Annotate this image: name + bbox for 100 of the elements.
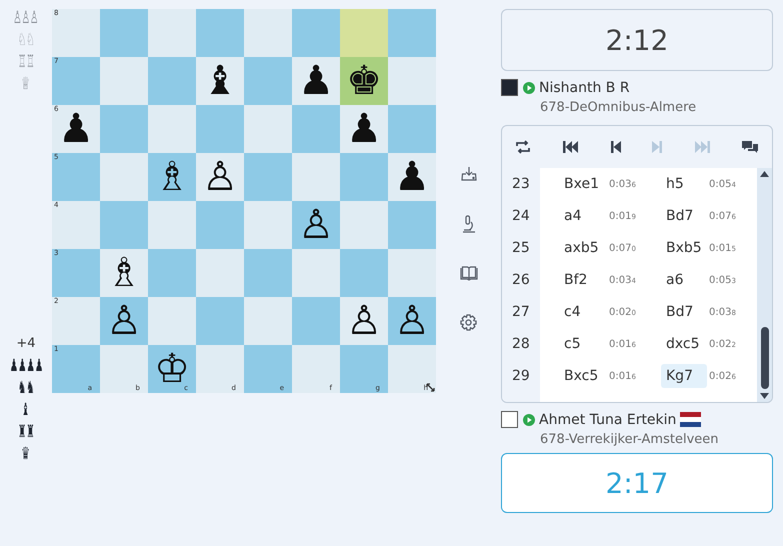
scrollbar[interactable]: [757, 168, 772, 402]
board-square[interactable]: [244, 9, 292, 57]
board-square[interactable]: ♟: [292, 57, 340, 105]
move-text[interactable]: Bf2: [559, 268, 607, 292]
move-text[interactable]: axb5: [559, 236, 607, 260]
flip-icon: [515, 140, 531, 154]
move-text[interactable]: h5: [661, 172, 707, 196]
board-square[interactable]: [148, 201, 196, 249]
board-square[interactable]: [100, 105, 148, 153]
board-square[interactable]: ♗: [100, 249, 148, 297]
board-square[interactable]: ♙: [100, 297, 148, 345]
board-square[interactable]: [292, 153, 340, 201]
chess-piece[interactable]: ♟: [58, 111, 94, 147]
clock: 2:17: [501, 453, 773, 513]
board-square[interactable]: [340, 9, 388, 57]
board-square[interactable]: [388, 57, 436, 105]
settings-icon[interactable]: [460, 314, 477, 331]
nav-button[interactable]: [515, 140, 531, 154]
board-square[interactable]: ♙: [196, 153, 244, 201]
board-square[interactable]: [196, 201, 244, 249]
move-text[interactable]: Bd7: [661, 204, 707, 228]
move-text[interactable]: a4: [559, 204, 607, 228]
board-square[interactable]: ♙: [340, 297, 388, 345]
board-square[interactable]: [100, 201, 148, 249]
board-square[interactable]: [196, 9, 244, 57]
move-text[interactable]: c5: [559, 332, 607, 356]
chess-piece[interactable]: ♟: [346, 111, 382, 147]
board-square[interactable]: [244, 153, 292, 201]
move-text[interactable]: Bxb5: [661, 236, 707, 260]
scroll-down-icon[interactable]: [760, 393, 769, 399]
board-square[interactable]: [100, 153, 148, 201]
board-square[interactable]: [196, 249, 244, 297]
move-text[interactable]: dxc5: [661, 332, 707, 356]
microscope-icon[interactable]: [460, 215, 476, 233]
chess-piece[interactable]: ♙: [202, 159, 238, 195]
club-name: 678-Verrekijker-Amstelveen: [539, 432, 720, 447]
board-square[interactable]: [148, 249, 196, 297]
chess-piece[interactable]: ♟: [298, 63, 334, 99]
board-square[interactable]: [196, 297, 244, 345]
captured-pieces: ♟♟♟♟: [9, 356, 43, 377]
board-square[interactable]: [388, 9, 436, 57]
move-text[interactable]: a6: [661, 268, 707, 292]
board-square[interactable]: [148, 105, 196, 153]
chat-icon: [742, 140, 758, 154]
board-square[interactable]: [148, 57, 196, 105]
move-text[interactable]: Bxe1: [559, 172, 607, 196]
nav-button[interactable]: [562, 141, 579, 153]
board-square[interactable]: ♙: [388, 297, 436, 345]
board-square[interactable]: [292, 9, 340, 57]
move-text[interactable]: c4: [559, 300, 607, 324]
resize-icon[interactable]: [426, 383, 435, 392]
chess-piece[interactable]: ♙: [394, 303, 430, 339]
board-square[interactable]: [388, 105, 436, 153]
chess-piece[interactable]: ♙: [346, 303, 382, 339]
board-square[interactable]: [100, 9, 148, 57]
scroll-thumb[interactable]: [760, 327, 768, 389]
board-square[interactable]: ♙: [292, 201, 340, 249]
chess-piece[interactable]: ♗: [154, 159, 190, 195]
board-square[interactable]: [292, 105, 340, 153]
move-number: 25: [511, 240, 531, 256]
captured-pieces: ♛: [22, 444, 30, 465]
download-icon[interactable]: [460, 166, 476, 182]
board-square[interactable]: ♗: [148, 153, 196, 201]
clock: 2:12: [501, 9, 773, 71]
board-square[interactable]: [340, 201, 388, 249]
board-square[interactable]: [148, 297, 196, 345]
board-square[interactable]: [292, 297, 340, 345]
board-square[interactable]: ♟: [340, 105, 388, 153]
board-square[interactable]: ♝: [196, 57, 244, 105]
chess-piece[interactable]: ♗: [106, 255, 142, 291]
scroll-up-icon[interactable]: [760, 171, 769, 177]
board-square[interactable]: [244, 57, 292, 105]
board-square[interactable]: ♟: [388, 153, 436, 201]
board-square[interactable]: [100, 57, 148, 105]
board-square[interactable]: [292, 249, 340, 297]
captured-pieces: ♜♜: [18, 422, 34, 443]
chess-piece[interactable]: ♝: [202, 63, 238, 99]
nav-button[interactable]: [610, 141, 621, 153]
book-icon[interactable]: [460, 266, 478, 281]
move-text[interactable]: Kg7: [661, 364, 707, 388]
board-square[interactable]: [244, 105, 292, 153]
board-square[interactable]: [148, 9, 196, 57]
board-square[interactable]: [340, 153, 388, 201]
board-square[interactable]: [340, 249, 388, 297]
move-text[interactable]: Bxc5: [559, 364, 607, 388]
board-square[interactable]: [244, 297, 292, 345]
chess-piece[interactable]: ♔: [154, 351, 190, 387]
chess-piece[interactable]: ♚: [346, 63, 382, 99]
board-square[interactable]: [244, 249, 292, 297]
board-square[interactable]: [388, 249, 436, 297]
move-text[interactable]: Bd7: [661, 300, 707, 324]
chess-piece[interactable]: ♟: [394, 159, 430, 195]
nav-button[interactable]: [742, 140, 758, 154]
chess-piece[interactable]: ♙: [106, 303, 142, 339]
captured-pieces: ♝: [22, 400, 30, 421]
board-square[interactable]: [244, 201, 292, 249]
board-square[interactable]: [388, 201, 436, 249]
chess-piece[interactable]: ♙: [298, 207, 334, 243]
board-square[interactable]: ♚: [340, 57, 388, 105]
board-square[interactable]: [196, 105, 244, 153]
